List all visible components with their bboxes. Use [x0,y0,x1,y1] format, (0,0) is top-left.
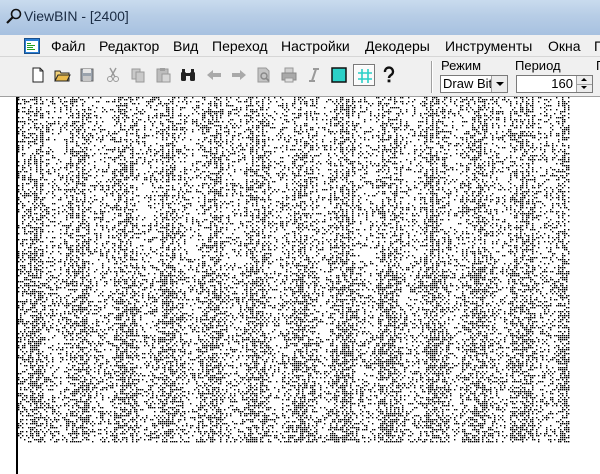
print-preview-icon[interactable] [253,64,275,86]
menu-tools[interactable]: Инструменты [445,38,532,54]
menu-windows[interactable]: Окна [548,38,581,54]
truncated-label: Г [596,58,600,73]
title-bar[interactable]: ViewBIN - [2400] [0,0,600,35]
mode-select-value: Draw Bit [443,76,493,91]
forward-arrow-icon[interactable] [228,64,250,86]
period-spinner[interactable]: 160 [516,75,593,93]
period-spin-buttons[interactable] [576,76,592,92]
mode-label: Режим [441,58,482,73]
bit-pattern-canvas[interactable] [18,97,570,443]
print-icon[interactable] [278,64,300,86]
new-file-icon[interactable] [27,64,49,86]
copy-icon[interactable] [127,64,149,86]
binoculars-find-icon[interactable] [177,64,199,86]
grid-icon[interactable] [353,64,375,86]
mode-select[interactable]: Draw Bit [440,75,508,93]
toolbar: Режим Draw Bit Период 160 Г [0,57,600,97]
help-question-icon[interactable] [378,64,400,86]
toolbar-separator [431,61,433,93]
menu-help-truncated[interactable]: Г [594,38,600,54]
chevron-down-icon[interactable] [491,76,507,92]
app-magnifier-icon[interactable] [5,8,23,26]
window-title: ViewBIN - [2400] [24,8,129,24]
save-icon[interactable] [76,64,98,86]
menu-settings[interactable]: Настройки [281,38,350,54]
menu-file[interactable]: Файл [51,38,85,54]
open-folder-icon[interactable] [51,64,73,86]
menu-decoders[interactable]: Декодеры [365,38,430,54]
period-label: Период [515,58,561,73]
menu-bar: Файл Редактор Вид Переход Настройки Деко… [0,35,600,57]
bit-pixels [18,97,570,443]
paste-icon[interactable] [152,64,174,86]
bit-view-area[interactable] [0,97,600,474]
italic-icon[interactable] [303,64,325,86]
color-square-icon[interactable] [328,64,350,86]
spin-down-icon[interactable] [577,84,592,92]
menu-editor[interactable]: Редактор [99,38,159,54]
period-value: 160 [551,76,573,91]
menu-goto[interactable]: Переход [212,38,268,54]
back-arrow-icon[interactable] [203,64,225,86]
cut-icon[interactable] [102,64,124,86]
menu-view[interactable]: Вид [173,38,198,54]
document-window-icon[interactable] [24,38,40,54]
